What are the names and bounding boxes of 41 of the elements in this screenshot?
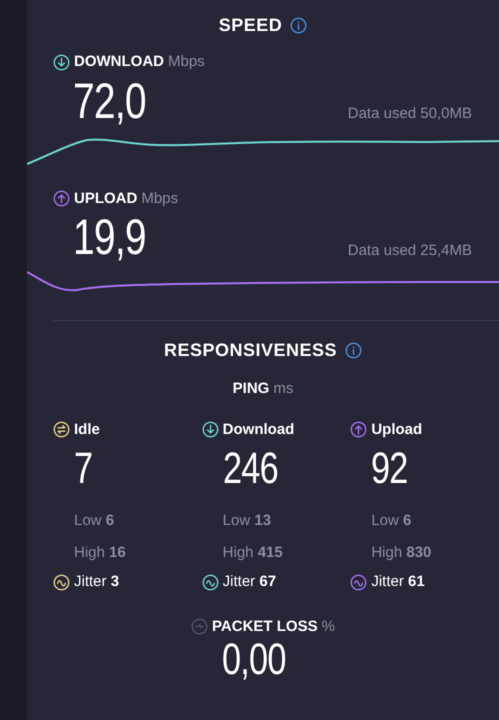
test-label: UPLOAD <box>74 188 138 208</box>
upload-icon <box>53 190 70 208</box>
wave-icon <box>202 574 219 591</box>
high-stat: High 415 <box>222 544 283 561</box>
unit-label: ms <box>273 379 294 399</box>
info-icon[interactable] <box>345 342 362 359</box>
unit-label: Mbps <box>168 52 205 72</box>
unit-label: % <box>322 616 335 636</box>
ping-value: 7 <box>74 447 92 491</box>
jitter-stat: Jitter 67 <box>222 572 276 592</box>
test-label: DOWNLOAD <box>74 52 164 72</box>
jitter-stat: Jitter 3 <box>74 572 120 592</box>
ping-value: 246 <box>222 447 278 491</box>
packet-loss-icon <box>191 618 208 636</box>
low-stat: Low 6 <box>74 512 114 529</box>
download-icon <box>53 54 70 71</box>
ping-type-label: Idle <box>74 420 100 440</box>
packet-loss-value: 0,00 <box>222 638 286 682</box>
wave-icon <box>350 574 368 591</box>
packet-loss-label: PACKET LOSS <box>212 616 318 636</box>
unit-label: Mbps <box>141 188 178 208</box>
jitter-stat: Jitter 61 <box>371 572 425 592</box>
speed-value: 72,0 <box>73 76 146 126</box>
speed-value: 19,9 <box>73 212 146 262</box>
upload-icon <box>350 421 368 438</box>
info-icon[interactable] <box>290 17 308 34</box>
ping-label: PING <box>232 379 270 399</box>
high-stat: High 16 <box>74 544 126 561</box>
ping-type-label: Upload <box>371 420 422 440</box>
section-title: RESPONSIVENESS <box>164 339 338 362</box>
ping-value: 92 <box>371 447 408 491</box>
download-icon <box>202 421 219 438</box>
low-stat: Low 13 <box>222 512 272 529</box>
high-stat: High 830 <box>371 544 432 561</box>
data-used-text: Data used 50,0MB <box>348 104 472 124</box>
data-used-text: Data used 25,4MB <box>348 240 472 260</box>
wave-icon <box>53 574 70 591</box>
section-title: SPEED <box>218 14 282 37</box>
ping-type-label: Download <box>222 420 294 440</box>
idle-icon <box>53 421 70 438</box>
low-stat: Low 6 <box>371 512 412 529</box>
